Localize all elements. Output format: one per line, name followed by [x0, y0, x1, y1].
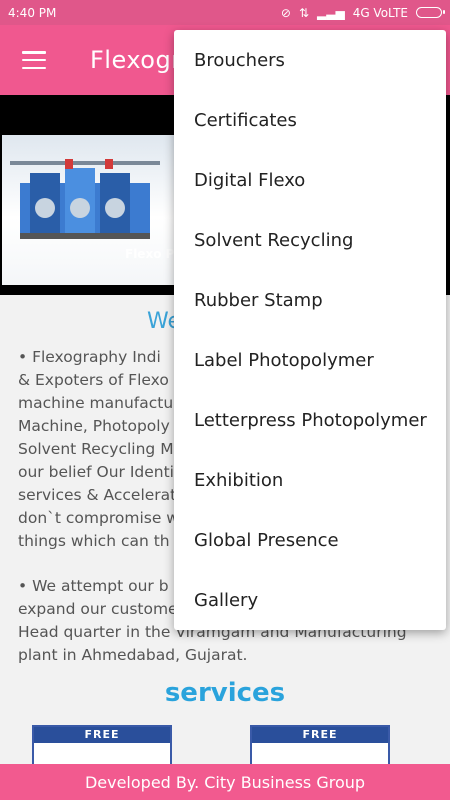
data-arrows-icon: ⇅	[298, 5, 309, 20]
status-bar: 4:40 PM ⊘ ⇅ ▂▃▅ 4G VoLTE	[0, 0, 450, 25]
battery-icon	[416, 7, 445, 18]
menu-item-solvent-recycling[interactable]: Solvent Recycling	[174, 210, 446, 270]
service-card-label: FREE	[252, 727, 388, 743]
services-heading: services	[164, 678, 286, 708]
menu-icon[interactable]	[22, 51, 46, 69]
flexo-machine-illustration	[10, 159, 160, 239]
menu-item-rubber-stamp[interactable]: Rubber Stamp	[174, 270, 446, 330]
banner-panel	[2, 135, 202, 285]
footer-credit: Developed By. City Business Group	[0, 764, 450, 800]
menu-item-brouchers[interactable]: Brouchers	[174, 30, 446, 90]
menu-item-label-photopolymer[interactable]: Label Photopolymer	[174, 330, 446, 390]
overflow-menu: Brouchers Certificates Digital Flexo Sol…	[174, 30, 446, 630]
menu-item-global-presence[interactable]: Global Presence	[174, 510, 446, 570]
menu-item-exhibition[interactable]: Exhibition	[174, 450, 446, 510]
menu-item-gallery[interactable]: Gallery	[174, 570, 446, 630]
status-icons: ⊘ ⇅ ▂▃▅ 4G VoLTE	[280, 5, 445, 20]
banner-caption: Flexo P	[125, 247, 175, 261]
app-title: Flexogr	[90, 46, 182, 74]
signal-icon: ▂▃▅	[317, 5, 345, 20]
service-card-label: FREE	[34, 727, 170, 743]
sync-off-icon: ⊘	[280, 5, 291, 20]
status-time: 4:40 PM	[8, 5, 57, 20]
network-type: 4G VoLTE	[352, 5, 408, 20]
menu-item-digital-flexo[interactable]: Digital Flexo	[174, 150, 446, 210]
menu-item-letterpress-photopolymer[interactable]: Letterpress Photopolymer	[174, 390, 446, 450]
menu-item-certificates[interactable]: Certificates	[174, 90, 446, 150]
